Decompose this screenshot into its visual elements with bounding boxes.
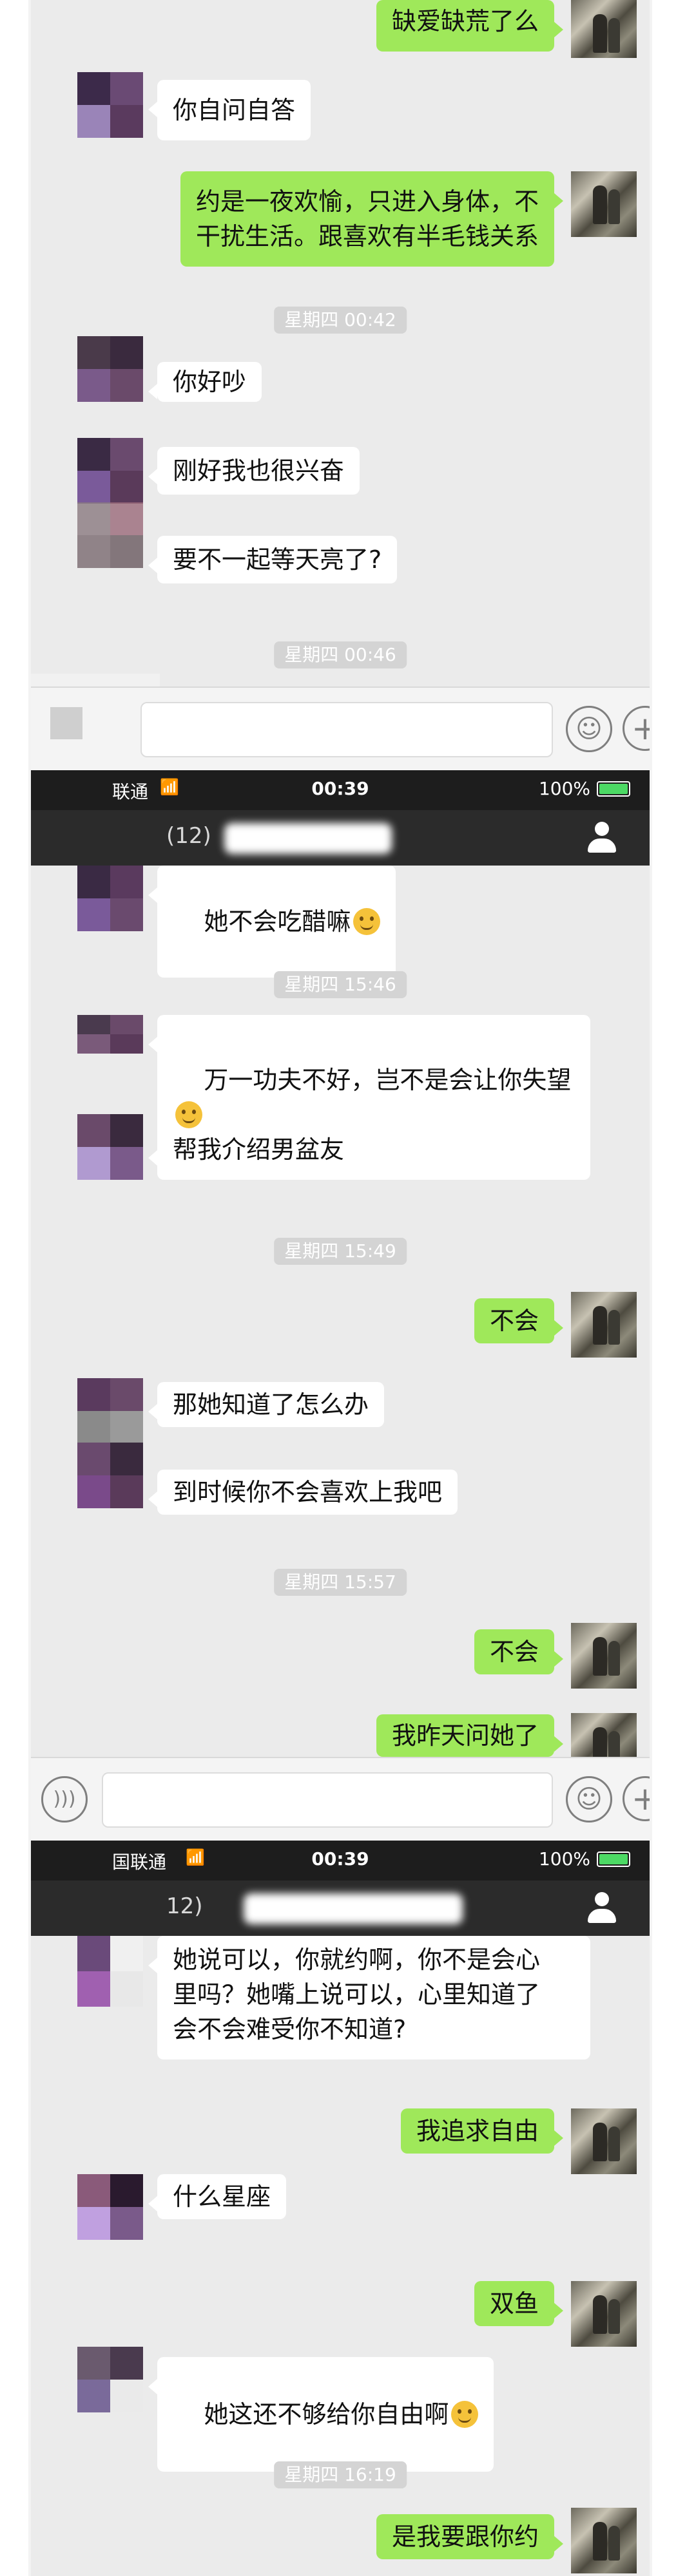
contact-avatar[interactable] — [77, 336, 143, 402]
status-bar: 联通 📶 00:39 100% — [31, 770, 650, 810]
self-avatar[interactable] — [571, 0, 637, 58]
plus-icon[interactable]: + — [623, 706, 650, 751]
contact-avatar[interactable] — [77, 2174, 143, 2240]
message-bubble-incoming: 那她知道了怎么办 — [148, 1382, 385, 1427]
message-bubble-incoming: 到时候你不会喜欢上我吧 — [148, 1470, 458, 1515]
emoji-icon[interactable]: ☺ — [566, 1776, 612, 1823]
chat-navbar: 12) — [31, 1880, 650, 1936]
emoji-icon[interactable]: ☺ — [566, 706, 612, 752]
message-input[interactable] — [102, 1772, 553, 1828]
battery-percent: 100% — [538, 1848, 590, 1870]
message-bubble-incoming: 什么星座 — [148, 2174, 287, 2219]
message-text: 她不会吃醋嘛 — [204, 907, 351, 936]
message-bubble-outgoing: 不会 — [474, 1629, 564, 1674]
message-bubble-incoming: 她说可以，你就约啊，你不是会心 里吗？她嘴上说可以，心里知道了 会不会难受你不知… — [148, 1936, 590, 2060]
privacy-blur — [224, 823, 392, 854]
message-bubble-incoming: 你好吵 — [148, 362, 262, 402]
self-avatar[interactable] — [571, 1292, 637, 1358]
contact-avatar[interactable] — [77, 1015, 143, 1054]
timestamp: 星期四 15:46 — [274, 971, 407, 998]
contact-avatar[interactable] — [77, 866, 143, 931]
contact-avatar[interactable] — [77, 2347, 143, 2412]
message-bubble-incoming: 她不会吃醋嘛 — [148, 866, 396, 978]
battery-icon — [597, 781, 630, 797]
contact-avatar[interactable] — [77, 72, 143, 138]
grimace-emoji-icon — [175, 1101, 202, 1128]
timestamp: 星期四 15:49 — [274, 1238, 407, 1265]
chat-title: (12) — [166, 823, 211, 849]
contact-avatar-blurred — [77, 502, 143, 568]
chat-screenshot-collage: 缺爱缺荒了么 你自问自答 约是一夜欢愉，只进入身体，不 干扰生活。跟喜欢有半毛钱… — [31, 0, 650, 2576]
contact-avatar[interactable] — [77, 1114, 143, 1180]
chat-title: 12) — [166, 1893, 203, 1919]
contact-avatar[interactable] — [77, 1443, 143, 1508]
message-text: 万一功夫不好，岂不是会让你失望 — [204, 1066, 572, 1094]
status-bar: 国联通 📶 00:39 100% — [31, 1841, 650, 1880]
message-bubble-outgoing: 我昨天问她了 — [376, 1714, 564, 1757]
message-bubble-incoming: 刚好我也很兴奋 — [148, 447, 360, 495]
page-shadow-right — [650, 0, 652, 2576]
timestamp: 星期四 16:19 — [274, 2461, 407, 2488]
self-avatar[interactable] — [571, 171, 637, 237]
message-input[interactable] — [140, 702, 553, 757]
message-bubble-outgoing: 不会 — [474, 1298, 564, 1343]
timestamp: 星期四 00:42 — [274, 307, 407, 334]
status-right: 100% — [539, 1848, 630, 1870]
status-right: 100% — [539, 778, 630, 799]
message-bubble-outgoing: 是我要跟你约 — [376, 2514, 564, 2559]
contact-avatar[interactable] — [77, 1378, 143, 1444]
self-avatar[interactable] — [571, 1623, 637, 1689]
thinking-emoji-icon — [353, 908, 381, 935]
voice-icon[interactable]: ))) — [41, 1776, 88, 1823]
self-avatar[interactable] — [571, 2508, 637, 2573]
flushed-emoji-icon — [451, 2401, 479, 2428]
contact-avatar[interactable] — [77, 1936, 143, 2007]
message-text: 她这还不够给你自由啊 — [204, 2400, 449, 2429]
battery-percent: 100% — [538, 778, 590, 799]
self-avatar[interactable] — [571, 1713, 637, 1757]
self-avatar[interactable] — [571, 2281, 637, 2347]
message-bubble-outgoing: 双鱼 — [474, 2281, 564, 2326]
message-bubble-incoming: 要不一起等天亮了? — [148, 536, 398, 583]
timestamp: 星期四 00:46 — [274, 641, 407, 668]
message-bubble-incoming: 帮我介绍男盆友 — [148, 1128, 360, 1171]
plus-icon[interactable]: + — [623, 1776, 650, 1821]
user-icon[interactable] — [586, 822, 617, 854]
message-bubble-outgoing: 缺爱缺荒了么 — [376, 0, 564, 52]
contact-avatar[interactable] — [77, 438, 143, 504]
timestamp: 星期四 15:57 — [274, 1569, 407, 1596]
message-bubble-incoming: 她这还不够给你自由啊 — [148, 2357, 494, 2472]
message-bubble-outgoing: 我追求自由 — [400, 2108, 564, 2154]
message-bubble-incoming: 你自问自答 — [148, 80, 311, 140]
privacy-blur — [244, 1893, 463, 1924]
chat-input-bar: ☺ + — [31, 687, 650, 770]
self-avatar[interactable] — [571, 2108, 637, 2174]
chat-navbar: (12) — [31, 810, 650, 866]
user-icon[interactable] — [586, 1892, 617, 1924]
message-bubble-outgoing: 约是一夜欢愉，只进入身体，不 干扰生活。跟喜欢有半毛钱关系 — [180, 171, 564, 267]
chat-input-bar: ))) ☺ + — [31, 1757, 650, 1841]
battery-icon — [597, 1851, 630, 1867]
privacy-mosaic — [50, 707, 82, 739]
